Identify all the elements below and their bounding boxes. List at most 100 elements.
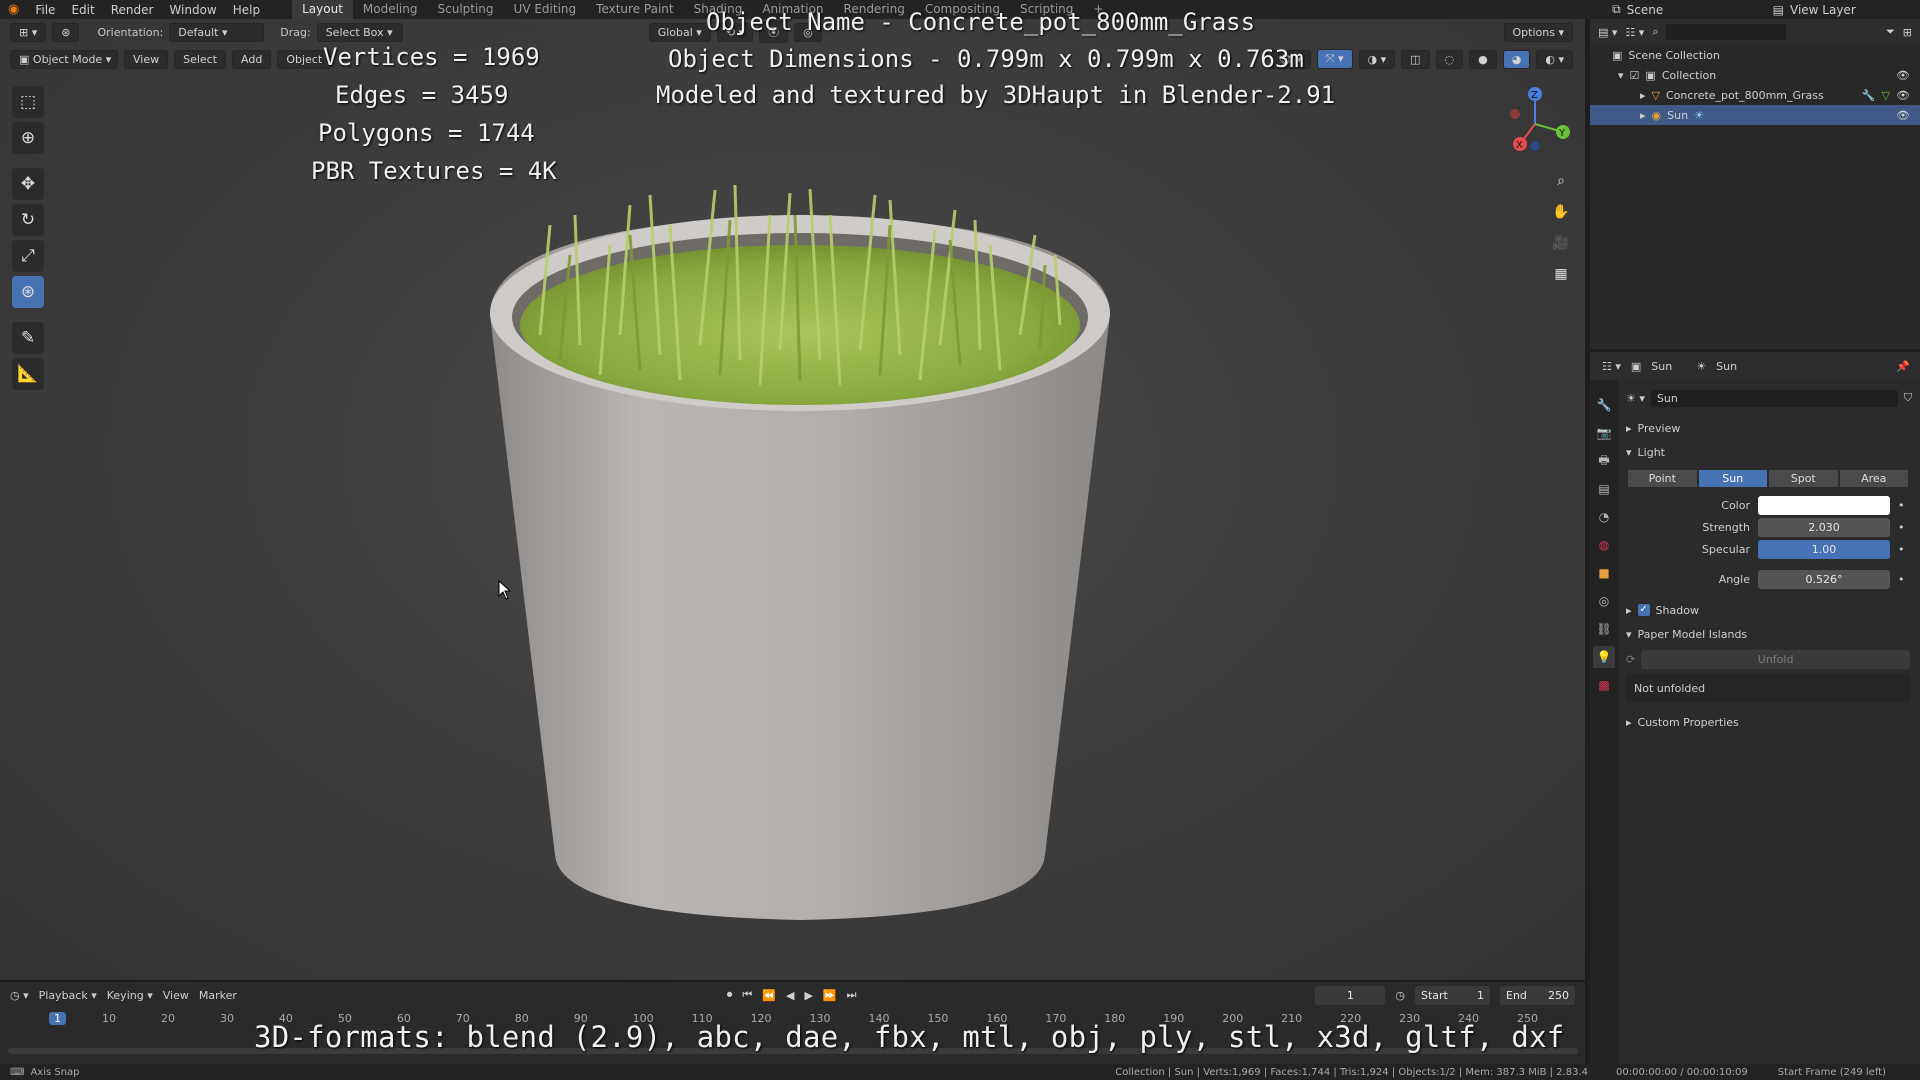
jump-end-icon[interactable]: ⏭ — [847, 988, 857, 1002]
menu-view[interactable]: View — [124, 49, 169, 69]
light-data-tab-icon[interactable]: 💡 — [1593, 646, 1615, 668]
workspace-tab-sculpting[interactable]: Sculpting — [428, 0, 504, 19]
navigation-gizmo[interactable]: Z Y X — [1495, 82, 1575, 162]
workspace-tab-uv-editing[interactable]: UV Editing — [504, 0, 587, 19]
workspace-tab-layout[interactable]: Layout — [292, 0, 353, 19]
cursor-icon[interactable]: ⊕ — [12, 122, 44, 154]
strength-field[interactable]: 2.030 — [1758, 517, 1890, 537]
outliner-search-input[interactable] — [1666, 24, 1787, 40]
ortho-grid-icon[interactable]: ▦ — [1548, 261, 1574, 287]
eye-icon[interactable]: 👁 — [1896, 69, 1910, 82]
start-frame-field[interactable]: Start 1 — [1415, 985, 1490, 1005]
light-type-area[interactable]: Area — [1839, 469, 1908, 487]
outliner-light-row[interactable]: ▸ ◉ Sun ☀ 👁 — [1590, 105, 1920, 125]
render-tab-icon[interactable]: 📷 — [1593, 422, 1615, 444]
current-frame-field[interactable]: 1 — [1315, 985, 1386, 1005]
display-mode-icon[interactable]: ☷ ▾ — [1625, 26, 1644, 39]
outliner-editor-icon[interactable]: ▤ ▾ — [1598, 26, 1617, 39]
checkbox-icon[interactable]: ☑ — [1630, 69, 1640, 82]
sun-data-icon[interactable]: ☀ — [1694, 109, 1704, 122]
next-keyframe-icon[interactable]: ⏩ — [823, 989, 837, 1002]
light-type-spot[interactable]: Spot — [1769, 469, 1838, 487]
view-layer-tab-icon[interactable]: ▤ — [1593, 478, 1615, 500]
custom-properties-header[interactable]: ▸ Custom Properties — [1620, 710, 1916, 734]
timeline-editor-icon[interactable]: ◷ ▾ — [10, 989, 29, 1002]
mesh-data-icon[interactable]: ▽ — [1882, 89, 1890, 102]
angle-field[interactable]: 0.526° — [1758, 569, 1890, 589]
light-type-point[interactable]: Point — [1628, 469, 1697, 487]
rendered-shading-icon[interactable]: ◐ ▾ — [1536, 49, 1573, 69]
scale-icon[interactable]: ⤢ — [12, 240, 44, 272]
workspace-tab-texture-paint[interactable]: Texture Paint — [586, 0, 683, 19]
outliner-object-row[interactable]: ▸ ▽ Concrete_pot_800mm_Grass 🔧 ▽ 👁 — [1590, 85, 1920, 105]
timeline-view-menu[interactable]: View — [163, 989, 189, 1002]
annotate-icon[interactable]: ✎ — [12, 322, 44, 354]
pan-hand-icon[interactable]: ✋ — [1548, 199, 1574, 225]
light-type-icon[interactable]: ☀ ▾ — [1626, 392, 1645, 405]
play-reverse-icon[interactable]: ◀ — [786, 989, 794, 1002]
blender-logo-icon[interactable]: ◉ — [0, 2, 27, 17]
play-icon[interactable]: ▶ — [804, 989, 812, 1002]
drag-dropdown[interactable]: Select Box ▾ — [316, 22, 403, 42]
datablock-name-field[interactable]: Sun — [1650, 389, 1898, 407]
menu-window[interactable]: Window — [161, 3, 224, 17]
menu-edit[interactable]: Edit — [63, 3, 102, 17]
tool-tab-icon[interactable]: 🔧 — [1593, 394, 1615, 416]
menu-render[interactable]: Render — [103, 3, 162, 17]
menu-file[interactable]: File — [27, 3, 63, 17]
mode-dropdown[interactable]: ▣ Object Mode ▾ — [10, 49, 118, 69]
overlays-icon[interactable]: ◑ ▾ — [1358, 49, 1396, 69]
preview-range-icon[interactable]: ◷ — [1395, 989, 1405, 1002]
texture-tab-icon[interactable]: ▩ — [1593, 674, 1615, 696]
gizmo-toggle-icon[interactable]: ⤧ ▾ — [1316, 49, 1353, 69]
select-box-icon[interactable]: ⬚ — [12, 86, 44, 118]
playback-menu[interactable]: Playback ▾ — [39, 989, 97, 1002]
eye-icon[interactable]: 👁 — [1896, 109, 1910, 122]
view-layer-icon[interactable]: ▤ — [1767, 3, 1790, 17]
prev-keyframe-icon[interactable]: ⏪ — [762, 989, 776, 1002]
keyframe-dot-icon[interactable]: • — [1898, 499, 1905, 512]
record-icon[interactable]: ⏺ — [727, 988, 733, 1002]
preview-panel-header[interactable]: ▸ Preview — [1620, 416, 1916, 440]
menu-add[interactable]: Add — [232, 49, 272, 69]
specular-slider[interactable]: 1.00 — [1758, 539, 1890, 559]
camera-view-icon[interactable]: 🎥 — [1548, 230, 1574, 256]
zoom-icon[interactable]: ⌕ — [1548, 168, 1574, 194]
keyframe-dot-icon[interactable]: • — [1898, 573, 1905, 586]
solid-shading-icon[interactable]: ● — [1469, 49, 1497, 69]
scene-tab-icon[interactable]: ◔ — [1593, 506, 1615, 528]
object-tab-icon[interactable]: ■ — [1593, 562, 1615, 584]
shadow-checkbox[interactable]: ✓ — [1637, 604, 1650, 616]
properties-editor-icon[interactable]: ☷ ▾ — [1602, 360, 1621, 373]
scene-name[interactable]: Scene — [1627, 3, 1767, 17]
wireframe-shading-icon[interactable]: ◌ — [1435, 49, 1464, 69]
menu-help[interactable]: Help — [225, 3, 268, 17]
xray-icon[interactable]: ◫ — [1401, 49, 1430, 69]
editor-type-button[interactable]: ⊞ ▾ — [10, 22, 47, 42]
paper-model-panel-header[interactable]: ▾ Paper Model Islands — [1620, 622, 1916, 646]
modifier-icon[interactable]: 🔧 — [1862, 89, 1876, 102]
pin-icon[interactable]: 📌 — [1896, 360, 1910, 373]
output-tab-icon[interactable]: 🖶 — [1593, 450, 1615, 472]
material-preview-icon[interactable]: ◕ — [1502, 49, 1531, 69]
orientation-dropdown[interactable]: Default ▾ — [169, 22, 265, 42]
outliner-scene-collection[interactable]: ▣ Scene Collection — [1590, 45, 1920, 65]
scene-icon[interactable]: ⧉ — [1606, 2, 1627, 17]
rotate-icon[interactable]: ↻ — [12, 204, 44, 236]
marker-menu[interactable]: Marker — [199, 989, 237, 1002]
color-swatch[interactable] — [1758, 495, 1890, 515]
view-layer-name[interactable]: View Layer — [1790, 3, 1920, 17]
keyframe-dot-icon[interactable]: • — [1898, 521, 1905, 534]
light-panel-header[interactable]: ▾ Light — [1620, 440, 1916, 464]
world-tab-icon[interactable]: ◍ — [1593, 534, 1615, 556]
measure-icon[interactable]: 📐 — [12, 358, 44, 390]
physics-tab-icon[interactable]: ◎ — [1593, 590, 1615, 612]
concrete-pot-model[interactable] — [480, 185, 1120, 925]
shadow-panel-header[interactable]: ▸ ✓ Shadow — [1620, 598, 1916, 622]
constraints-tab-icon[interactable]: ⛓ — [1593, 618, 1615, 640]
keying-menu[interactable]: Keying ▾ — [107, 989, 153, 1002]
new-collection-icon[interactable]: ⊞ — [1903, 26, 1912, 39]
jump-start-icon[interactable]: ⏮ — [742, 988, 752, 1002]
collapse-arrow-icon[interactable]: ▸ — [1640, 89, 1646, 102]
outliner-collection[interactable]: ▾ ☑ ▣ Collection 👁 — [1590, 65, 1920, 85]
